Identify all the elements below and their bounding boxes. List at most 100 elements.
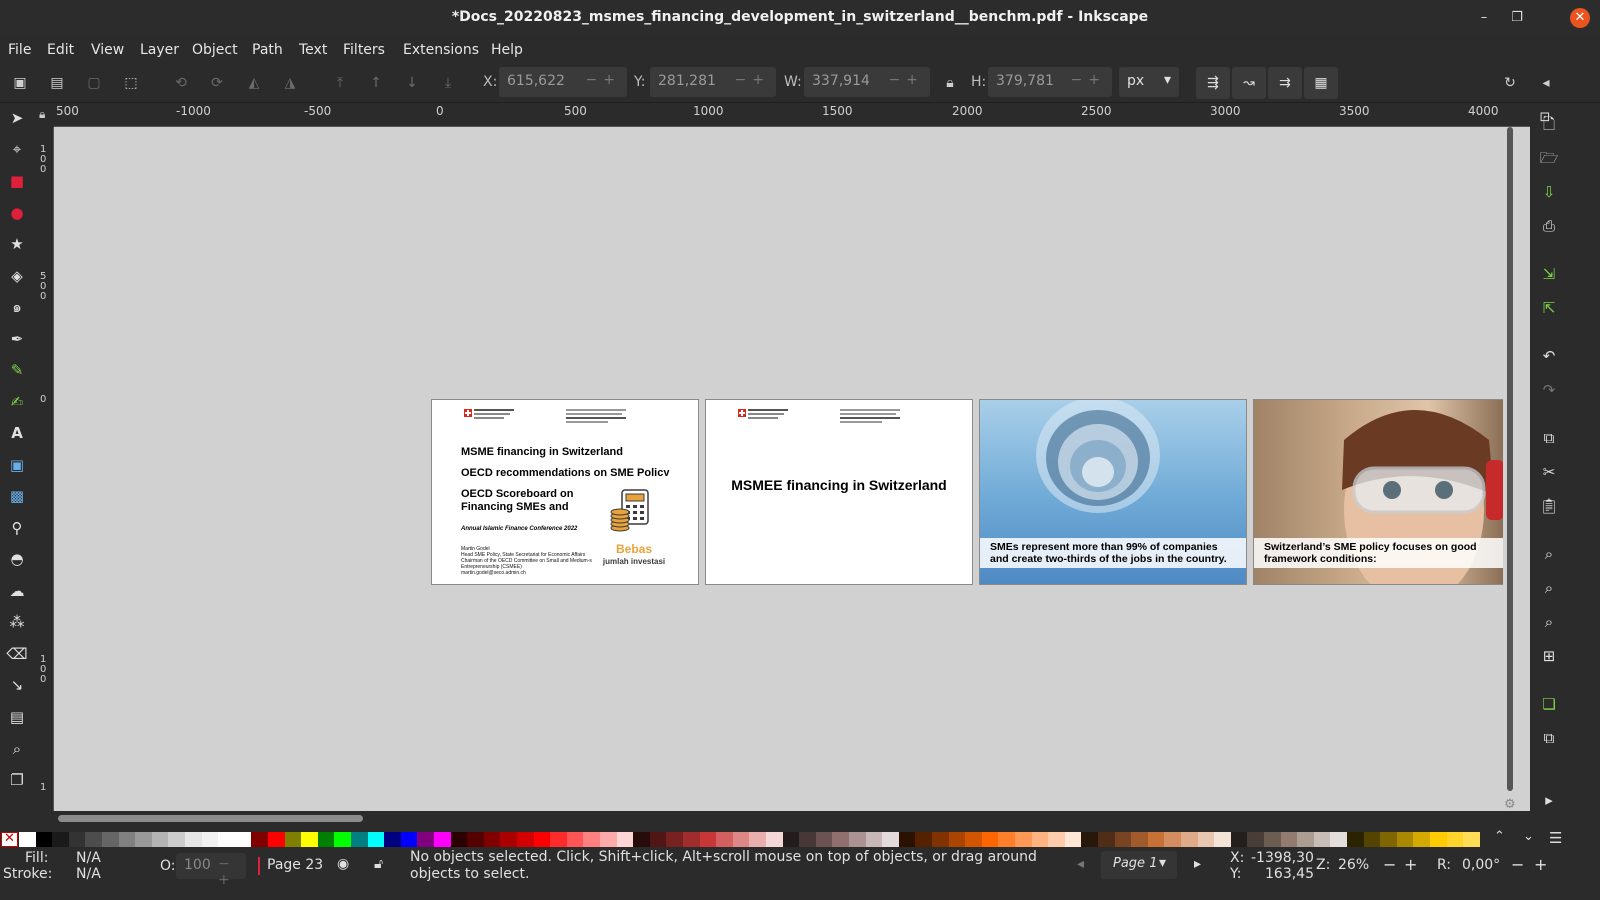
canvas[interactable]: MSME financing in Switzerland OECD recom… <box>54 127 1530 811</box>
color-swatch[interactable] <box>948 832 966 847</box>
x-input[interactable]: 615,622 −+ <box>499 67 627 97</box>
color-swatch[interactable] <box>301 832 319 847</box>
color-swatch[interactable] <box>898 832 916 847</box>
rectangle-tool-icon[interactable]: ■ <box>6 170 28 192</box>
export-icon[interactable]: ⇱ <box>1538 297 1560 319</box>
h-stepper-icon[interactable]: −+ <box>1071 72 1106 88</box>
spray-tool-icon[interactable]: ⁂ <box>6 611 28 633</box>
calligraphy-tool-icon[interactable]: ✍ <box>6 391 28 413</box>
h-input[interactable]: 379,781 −+ <box>988 67 1112 97</box>
unit-select[interactable]: px ▾ <box>1119 67 1179 97</box>
w-stepper-icon[interactable]: −+ <box>889 72 924 88</box>
color-swatch[interactable] <box>1463 832 1481 847</box>
color-swatch[interactable] <box>1264 832 1281 847</box>
no-paint-swatch[interactable]: ✕ <box>1 831 18 847</box>
color-swatch[interactable] <box>1247 832 1265 847</box>
color-swatch[interactable] <box>1446 832 1464 847</box>
lock-ratio-icon[interactable]: 🔒︎ <box>940 73 960 93</box>
close-button[interactable]: ✕ <box>1570 8 1590 28</box>
raise-to-top-icon[interactable]: ⤒ <box>330 73 350 93</box>
color-swatch[interactable] <box>450 832 468 847</box>
color-swatch[interactable] <box>1280 832 1298 847</box>
color-swatch[interactable] <box>1214 832 1232 847</box>
page-select[interactable]: Page 1 ▾ <box>1101 851 1177 879</box>
layer-visibility-icon[interactable]: ◉ <box>337 856 349 872</box>
color-swatch[interactable] <box>218 832 236 847</box>
color-swatch[interactable] <box>467 832 485 847</box>
color-swatch[interactable] <box>1380 832 1398 847</box>
color-swatch[interactable] <box>865 832 883 847</box>
vertical-ruler[interactable]: 100 500 0 100 1 <box>34 127 54 811</box>
scale-stroke-button[interactable]: ⇶ <box>1196 67 1230 99</box>
color-swatch[interactable] <box>417 832 435 847</box>
pen-tool-icon[interactable]: ✒ <box>6 328 28 350</box>
color-swatch[interactable] <box>135 832 153 847</box>
rotation-value[interactable]: 0,00° <box>1462 857 1500 873</box>
color-swatch[interactable] <box>832 832 850 847</box>
color-swatch[interactable] <box>583 832 601 847</box>
zoom-page-width-icon[interactable]: ⌕ <box>1538 611 1560 633</box>
color-swatch[interactable] <box>766 832 783 847</box>
color-swatch[interactable] <box>384 832 402 847</box>
menu-extensions[interactable]: Extensions <box>403 42 479 58</box>
color-swatch[interactable] <box>1048 832 1066 847</box>
color-swatch[interactable] <box>317 832 335 847</box>
palette-menu-icon[interactable]: ☰ <box>1549 829 1562 847</box>
color-swatch[interactable] <box>85 832 103 847</box>
color-swatch[interactable] <box>1181 832 1198 847</box>
color-swatch[interactable] <box>234 832 252 847</box>
color-swatch[interactable] <box>367 832 385 847</box>
color-swatch[interactable] <box>600 832 617 847</box>
palette-down-icon[interactable]: ⌄ <box>1523 829 1534 844</box>
color-swatch[interactable] <box>699 832 717 847</box>
menu-text[interactable]: Text <box>299 42 327 58</box>
color-swatch[interactable] <box>732 832 750 847</box>
new-document-icon[interactable]: 🗋 <box>1538 113 1560 135</box>
color-swatch[interactable] <box>1430 832 1447 847</box>
pages-tool-icon[interactable]: ❐ <box>6 769 28 791</box>
color-swatch[interactable] <box>533 832 551 847</box>
snap-icon[interactable]: ↻ <box>1500 73 1520 93</box>
print-icon[interactable]: ⎙ <box>1538 215 1560 237</box>
raise-icon[interactable]: ↑ <box>366 73 386 93</box>
page-3[interactable]: SMEs represent more than 99% of companie… <box>979 399 1247 585</box>
save-document-icon[interactable]: ⇩ <box>1538 181 1560 203</box>
text-tool-icon[interactable]: A <box>6 422 28 444</box>
spiral-tool-icon[interactable]: ๑ <box>6 296 28 318</box>
color-swatch[interactable] <box>1081 832 1099 847</box>
color-swatch[interactable] <box>400 832 418 847</box>
stroke-value[interactable]: N/A <box>76 866 101 882</box>
color-swatch[interactable] <box>268 832 285 847</box>
color-swatch[interactable] <box>1015 832 1032 847</box>
current-layer[interactable]: Page 23 <box>267 857 323 873</box>
dropper-tool-icon[interactable]: ⚲ <box>6 517 28 539</box>
color-swatch[interactable] <box>1330 832 1348 847</box>
horizontal-scrollbar[interactable] <box>54 811 1530 829</box>
paste-icon[interactable]: 📋︎ <box>1538 495 1560 517</box>
color-swatch[interactable] <box>1396 832 1414 847</box>
zoom-drawing-icon[interactable]: ⌕ <box>1538 577 1560 599</box>
minimize-button[interactable]: – <box>1474 8 1494 28</box>
color-swatch[interactable] <box>932 832 949 847</box>
lower-icon[interactable]: ↓ <box>402 73 422 93</box>
zoom-out-icon[interactable]: − <box>1383 855 1396 874</box>
cut-icon[interactable]: ✂ <box>1538 461 1560 483</box>
deselect-icon[interactable]: ▢ <box>84 73 104 93</box>
color-manage-icon[interactable]: ⚙ <box>1504 797 1516 812</box>
color-swatch[interactable] <box>517 832 534 847</box>
zoom-tool-icon[interactable]: ⌕ <box>6 738 28 760</box>
menu-edit[interactable]: Edit <box>47 42 74 58</box>
color-swatch[interactable] <box>1363 832 1381 847</box>
color-swatch[interactable] <box>799 832 817 847</box>
page-2[interactable]: MSMEE financing in Switzerland <box>705 399 973 585</box>
menu-file[interactable]: File <box>8 42 31 58</box>
gradient-tool-icon[interactable]: ▣ <box>6 454 28 476</box>
eraser-tool-icon[interactable]: ⌫ <box>6 643 28 665</box>
move-gradient-button[interactable]: ⇉ <box>1268 67 1302 99</box>
color-swatch[interactable] <box>201 832 219 847</box>
color-swatch[interactable] <box>102 832 119 847</box>
color-swatch[interactable] <box>1230 832 1248 847</box>
color-swatch[interactable] <box>118 832 136 847</box>
flip-horizontal-icon[interactable]: ◭ <box>244 73 264 93</box>
color-swatch[interactable] <box>815 832 833 847</box>
